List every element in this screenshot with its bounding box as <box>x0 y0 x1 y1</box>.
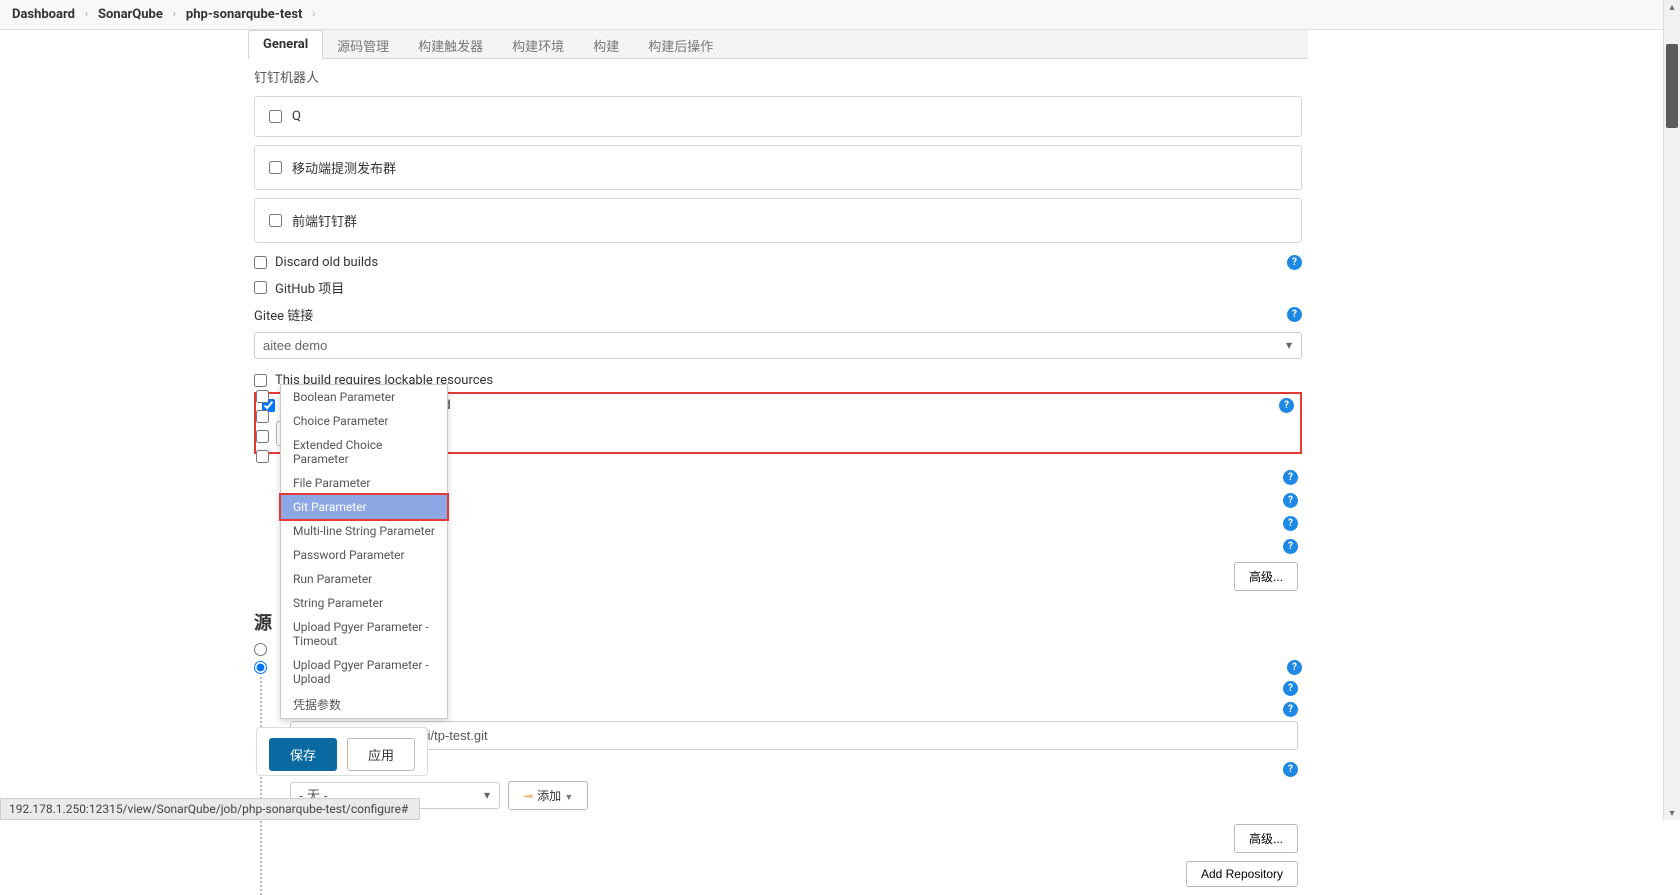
advanced-button[interactable]: 高级... <box>1234 824 1298 853</box>
tab-triggers[interactable]: 构建触发器 <box>404 30 498 58</box>
key-icon: ⊸ <box>523 789 533 803</box>
github-project-label: GitHub 项目 <box>275 278 344 297</box>
lockable-resources-checkbox[interactable] <box>254 374 267 387</box>
dingding-label: 前端钉钉群 <box>292 211 357 230</box>
help-icon[interactable]: ? <box>1287 255 1302 270</box>
add-credentials-label: 添加 <box>537 789 561 803</box>
param-option-password[interactable]: Password Parameter <box>281 543 447 567</box>
help-icon[interactable]: ? <box>1283 470 1298 485</box>
github-project-checkbox[interactable] <box>254 281 267 294</box>
scroll-down-icon[interactable]: ▾ <box>1667 808 1677 818</box>
dingding-checkbox[interactable] <box>269 110 282 123</box>
param-option-git[interactable]: Git Parameter <box>281 495 447 519</box>
apply-button[interactable]: 应用 <box>347 738 415 771</box>
repo-url-input[interactable] <box>290 721 1298 750</box>
help-icon[interactable]: ? <box>1287 660 1302 675</box>
help-icon[interactable]: ? <box>1283 493 1298 508</box>
scm-radio-none[interactable] <box>254 643 267 656</box>
dingding-row: 前端钉钉群 <box>254 198 1302 243</box>
help-icon[interactable]: ? <box>1283 681 1298 696</box>
option-checkbox[interactable] <box>256 430 269 443</box>
browser-status-bar: 192.178.1.250:12315/view/SonarQube/job/p… <box>0 798 420 820</box>
status-url: 192.178.1.250:12315/view/SonarQube/job/p… <box>9 802 408 816</box>
dingding-row: 移动端提测发布群 <box>254 145 1302 190</box>
help-icon[interactable]: ? <box>1283 702 1298 717</box>
dingding-label: 移动端提测发布群 <box>292 158 396 177</box>
dingding-checkbox[interactable] <box>269 161 282 174</box>
param-option-multiline[interactable]: Multi-line String Parameter <box>281 519 447 543</box>
advanced-button[interactable]: 高级... <box>1234 562 1298 591</box>
param-option-boolean[interactable]: Boolean Parameter <box>281 385 447 409</box>
param-option-extended-choice[interactable]: Extended Choice Parameter <box>281 433 447 471</box>
param-option-pgyer-timeout[interactable]: Upload Pgyer Parameter - Timeout <box>281 615 447 653</box>
gitee-link-label: Gitee 链接 <box>254 305 313 324</box>
param-option-run[interactable]: Run Parameter <box>281 567 447 591</box>
config-tabbar: General 源码管理 构建触发器 构建环境 构建 构建后操作 <box>248 30 1308 59</box>
scm-radio-git[interactable] <box>254 661 267 674</box>
save-button[interactable]: 保存 <box>269 738 337 771</box>
dingding-checkbox[interactable] <box>269 214 282 227</box>
add-repository-button[interactable]: Add Repository <box>1186 861 1298 887</box>
chevron-right-icon: › <box>312 9 315 20</box>
help-icon[interactable]: ? <box>1279 398 1294 413</box>
add-parameter-dropdown: Boolean Parameter Choice Parameter Exten… <box>280 384 448 719</box>
breadcrumb-item[interactable]: php-sonarqube-test <box>186 7 303 22</box>
dingding-label: Q <box>292 109 301 124</box>
help-icon[interactable]: ? <box>1283 516 1298 531</box>
param-option-pgyer-upload[interactable]: Upload Pgyer Parameter - Upload <box>281 653 447 691</box>
param-option-string[interactable]: String Parameter <box>281 591 447 615</box>
scroll-up-icon[interactable]: ▴ <box>1667 2 1677 12</box>
tab-env[interactable]: 构建环境 <box>498 30 579 58</box>
option-checkbox[interactable] <box>256 410 269 423</box>
tab-scm[interactable]: 源码管理 <box>323 30 404 58</box>
tab-general[interactable]: General <box>248 30 323 59</box>
discard-old-builds-label: Discard old builds <box>275 255 378 270</box>
dingding-row: Q <box>254 96 1302 137</box>
save-apply-bar: 保存 应用 <box>256 727 428 776</box>
tab-postbuild[interactable]: 构建后操作 <box>634 30 728 58</box>
chevron-right-icon: › <box>173 9 176 20</box>
caret-down-icon: ▼ <box>564 792 573 802</box>
help-icon[interactable]: ? <box>1283 539 1298 554</box>
add-credentials-button[interactable]: ⊸ 添加 ▼ <box>508 781 588 810</box>
option-checkbox[interactable] <box>256 450 269 463</box>
breadcrumb-item[interactable]: Dashboard <box>12 7 75 22</box>
param-option-file[interactable]: File Parameter <box>281 471 447 495</box>
gitee-select[interactable]: aitee demo <box>254 332 1302 359</box>
param-option-credential[interactable]: 凭据参数 <box>281 691 447 718</box>
dingding-heading: 钉钉机器人 <box>248 59 1308 92</box>
param-option-choice[interactable]: Choice Parameter <box>281 409 447 433</box>
tab-build[interactable]: 构建 <box>579 30 634 58</box>
vertical-scrollbar[interactable]: ▴ ▾ <box>1663 0 1680 820</box>
chevron-right-icon: › <box>85 9 88 20</box>
option-checkbox[interactable] <box>256 390 269 403</box>
help-icon[interactable]: ? <box>1287 307 1302 322</box>
hidden-option-checkboxes <box>256 390 269 463</box>
breadcrumb-item[interactable]: SonarQube <box>98 7 163 22</box>
breadcrumb: Dashboard › SonarQube › php-sonarqube-te… <box>0 0 1680 30</box>
scrollbar-thumb[interactable] <box>1666 44 1678 128</box>
discard-old-builds-checkbox[interactable] <box>254 256 267 269</box>
help-icon[interactable]: ? <box>1283 762 1298 777</box>
